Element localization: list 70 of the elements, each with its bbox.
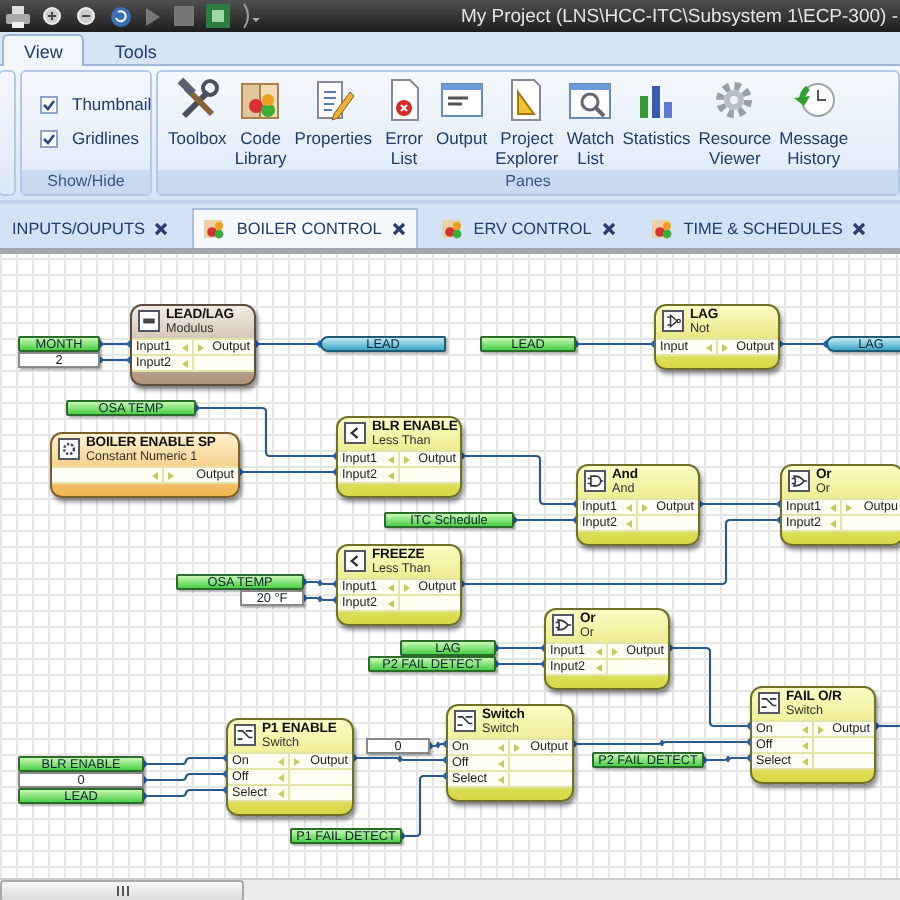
wire <box>700 754 754 764</box>
switch-icon <box>758 692 780 714</box>
tools-icon <box>173 76 222 124</box>
checkbox[interactable] <box>40 95 58 113</box>
wire <box>300 594 340 604</box>
pane-button[interactable]: Error List <box>376 76 433 168</box>
modulus-icon <box>138 310 160 332</box>
close-icon[interactable] <box>391 222 406 236</box>
less-than-icon <box>344 550 366 572</box>
checkbox-label: Thumbnail <box>72 94 152 114</box>
gear-icon <box>58 438 80 460</box>
window-title: My Project (LNS\HCC-ITC\Subsystem 1\ECP-300) - <box>460 5 900 27</box>
wire <box>458 452 580 508</box>
blocks-icon <box>651 218 674 240</box>
print-icon[interactable] <box>6 5 30 27</box>
pane-button[interactable]: Properties <box>290 76 377 148</box>
wire <box>252 340 324 348</box>
blocks-icon <box>441 218 464 240</box>
document-tab[interactable]: BOILER CONTROL <box>192 208 418 248</box>
wire <box>300 578 340 588</box>
chip-icon[interactable] <box>206 4 230 28</box>
wire <box>776 340 830 348</box>
pane-button[interactable]: Resource Viewer <box>694 76 776 168</box>
wire <box>426 740 450 750</box>
wire <box>872 722 900 730</box>
wire <box>696 500 784 508</box>
ribbon-tab[interactable]: Tools <box>92 34 179 66</box>
wire <box>492 660 548 668</box>
wire <box>492 644 548 652</box>
ribbon-tab[interactable]: View <box>2 34 85 66</box>
not-gate-icon <box>662 310 684 332</box>
document-tab[interactable]: INPUTS/OUPUTS <box>0 208 181 248</box>
group-label: Show/Hide <box>22 170 150 194</box>
pane-button[interactable]: Statistics <box>618 76 695 148</box>
switch-icon <box>234 724 256 746</box>
checkbox-label: Gridlines <box>72 128 140 148</box>
pane-button[interactable]: Watch List <box>562 76 619 168</box>
wire <box>236 468 340 476</box>
and-gate-icon <box>584 470 606 492</box>
play-icon[interactable] <box>144 5 162 27</box>
dropdown-icon[interactable] <box>242 2 262 30</box>
pane-button[interactable]: Project Explorer <box>491 76 563 168</box>
close-icon[interactable] <box>852 222 867 236</box>
wire <box>96 356 134 364</box>
close-icon[interactable] <box>154 222 169 236</box>
wire <box>398 772 450 840</box>
checkbox[interactable] <box>40 129 58 147</box>
close-icon[interactable] <box>601 222 616 236</box>
pane-button[interactable]: Output <box>432 76 492 148</box>
zoom-in-icon[interactable] <box>42 5 64 27</box>
grip-icon <box>115 886 129 896</box>
pane-button[interactable]: Code Library <box>230 76 291 168</box>
less-than-icon <box>344 422 366 444</box>
pane-button[interactable]: Message History <box>775 76 853 168</box>
wire <box>350 754 450 764</box>
scrollbar-thumb[interactable] <box>0 880 244 900</box>
document-tab[interactable]: TIME & SCHEDULES <box>639 208 879 248</box>
or-gate-icon <box>552 614 574 636</box>
zoom-out-icon[interactable] <box>76 5 98 27</box>
or-gate-icon <box>788 470 810 492</box>
blocks-icon <box>204 218 227 240</box>
wire <box>96 340 134 348</box>
switch-icon <box>454 710 476 732</box>
refresh-icon[interactable] <box>110 5 132 27</box>
ribbon-group <box>0 70 16 196</box>
group-label: Panes <box>158 170 898 194</box>
pane-button[interactable]: Toolbox <box>164 76 231 148</box>
wire <box>572 340 658 348</box>
document-tab[interactable]: ERV CONTROL <box>429 208 628 248</box>
wire <box>666 644 754 730</box>
